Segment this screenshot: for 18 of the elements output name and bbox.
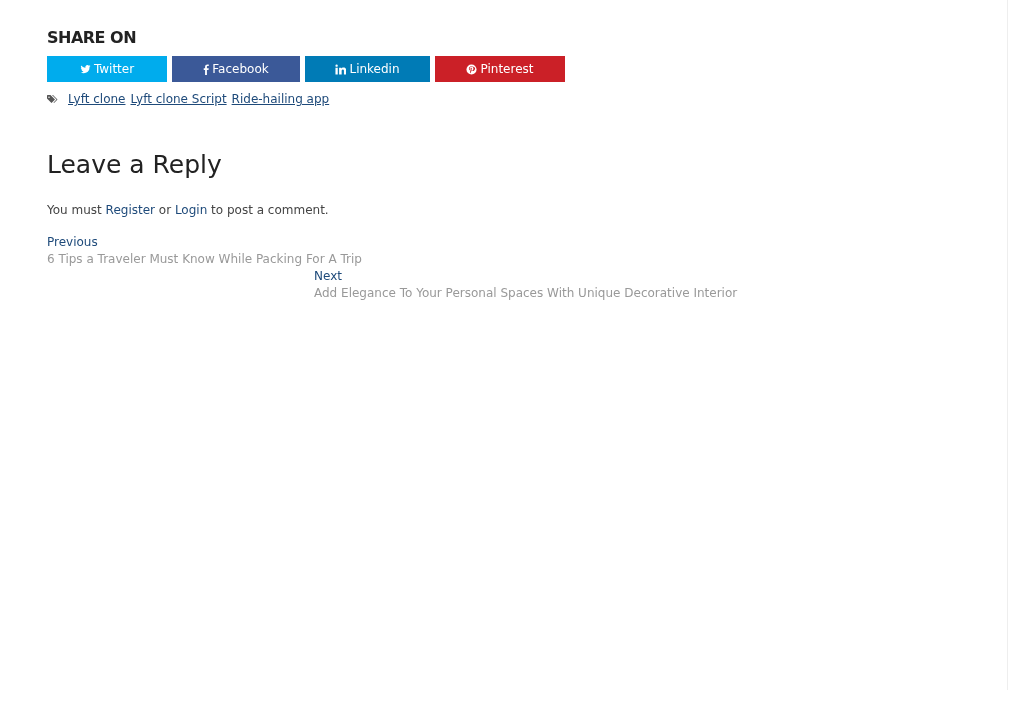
register-link[interactable]: Register [105, 203, 155, 217]
tag-link[interactable]: Lyft clone [68, 92, 126, 106]
bird-icon [79, 63, 91, 75]
share-heading: SHARE ON [47, 28, 137, 47]
next-link[interactable]: Next [314, 269, 342, 283]
reply-heading: Leave a Reply [47, 150, 222, 179]
tag-link[interactable]: Ride-hailing app [231, 92, 330, 106]
facebook-icon [203, 63, 210, 75]
tag-link[interactable]: Lyft clone Script [130, 92, 227, 106]
previous-link[interactable]: Previous [47, 235, 98, 249]
tags-icon [47, 94, 59, 104]
share-button[interactable]: Linkedin [305, 56, 430, 82]
pinterest-icon [466, 63, 478, 75]
login-notice: You must Register or Login to post a comment. [47, 203, 330, 217]
share-button[interactable]: Facebook [172, 56, 300, 82]
linkedin-icon [335, 63, 347, 75]
share-button[interactable]: Pinterest [435, 56, 565, 82]
login-link[interactable]: Login [174, 203, 208, 217]
